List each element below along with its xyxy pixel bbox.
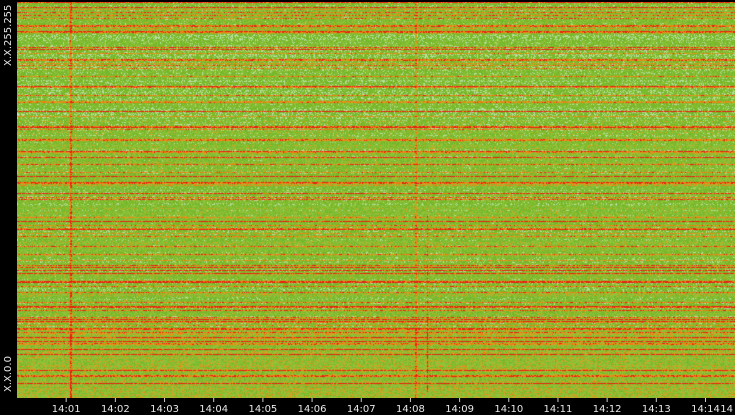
x-tick-label: 14:03 — [150, 404, 179, 415]
y-axis-bottom-label: X.X.0.0 — [3, 356, 14, 392]
x-tick-label: 14:08 — [396, 404, 425, 415]
x-tick-label: 14:02 — [101, 404, 130, 415]
x-tick-label: 14:14 — [691, 404, 720, 415]
x-tick-label: 14:11 — [544, 404, 573, 415]
x-tick-label: 14:05 — [248, 404, 277, 415]
x-tick-label: 14 — [720, 404, 733, 415]
x-tick-label: 14:10 — [494, 404, 523, 415]
x-tick-label: 14:12 — [593, 404, 622, 415]
y-axis-top-label: X.X.255.255 — [3, 5, 14, 66]
x-tick-label: 14:13 — [642, 404, 671, 415]
x-tick-label: 14:06 — [298, 404, 327, 415]
heatmap-raster — [17, 2, 735, 398]
x-tick-label: 14:01 — [52, 404, 81, 415]
heatmap-chart: 14:01 14:02 14:03 14:04 14:05 14:06 14:07 14:08… — [0, 0, 735, 415]
x-tick-label: 14:09 — [445, 404, 474, 415]
heatmap-cells — [17, 2, 735, 398]
x-tick-label: 14:04 — [199, 404, 228, 415]
x-tick-label: 14:07 — [347, 404, 376, 415]
